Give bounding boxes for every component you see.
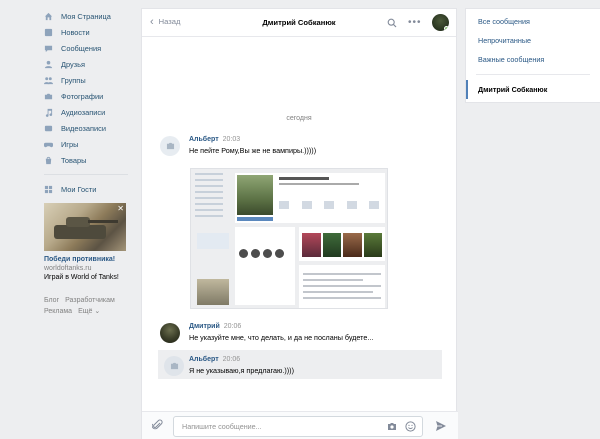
message-item: Дмитрий 20:06 Не указуйте мне, что делать… [160, 323, 442, 347]
messages-icon [44, 44, 53, 52]
nav-groups[interactable]: Группы [44, 72, 144, 88]
nav-label: Группы [61, 75, 86, 85]
message-author[interactable]: Альберт 20:03 [189, 136, 240, 143]
nav-label: Игры [61, 139, 79, 149]
avatar[interactable] [432, 14, 449, 31]
games-icon [44, 140, 53, 148]
filter-unread[interactable]: Непрочитанные [466, 31, 600, 50]
nav-news[interactable]: Новости [44, 24, 144, 40]
nav-label: Мои Гости [61, 184, 97, 194]
attached-screenshot[interactable] [190, 168, 388, 309]
nav-label: Новости [61, 27, 90, 37]
video-icon [44, 124, 53, 132]
filter-divider [476, 74, 590, 75]
nav-label: Видеозаписи [61, 123, 106, 133]
left-sidebar: Моя Страница Новости Сообщения Друзья Гр… [44, 8, 144, 317]
nav-label: Товары [61, 155, 87, 165]
avatar[interactable] [160, 323, 180, 343]
close-icon[interactable]: ✕ [117, 204, 124, 213]
message-text: Не указуйте мне, что делать, и да не пос… [189, 333, 374, 342]
message-author[interactable]: Дмитрий 20:06 [189, 323, 241, 330]
nav-my-guests[interactable]: Мои Гости [44, 181, 144, 197]
message-author[interactable]: Альберт 20:06 [189, 356, 240, 363]
filter-all-messages[interactable]: Все сообщения [466, 12, 600, 31]
nav-divider [44, 174, 128, 175]
groups-icon [44, 76, 53, 84]
ad-text: Играй в World of Tanks! [44, 274, 119, 281]
nav-photos[interactable]: Фотографии [44, 88, 144, 104]
nav-label: Фотографии [61, 91, 104, 101]
send-icon[interactable] [435, 420, 447, 432]
news-icon [44, 28, 53, 36]
message-time: 20:03 [222, 136, 241, 143]
nav-label: Сообщения [61, 43, 102, 53]
nav-label: Аудиозаписи [61, 107, 106, 117]
footer-more-link[interactable]: Ещё ⌄ [78, 308, 100, 315]
message-time: 20:06 [222, 356, 241, 363]
message-text: Не пейте Рому,Вы же не вампиры.))))) [189, 146, 317, 155]
ad-banner-image[interactable]: ✕ [44, 203, 126, 251]
nav-goods[interactable]: Товары [44, 152, 144, 168]
search-icon[interactable] [387, 18, 397, 28]
paperclip-icon[interactable] [152, 419, 163, 431]
nav-my-page[interactable]: Моя Страница [44, 8, 144, 24]
avatar[interactable] [164, 356, 184, 376]
nav-messages[interactable]: Сообщения [44, 40, 144, 56]
active-conversation-item[interactable]: Дмитрий Собканюк [466, 80, 600, 99]
filter-important[interactable]: Важные сообщения [466, 50, 600, 69]
message-text: Я не указываю,я предлагаю.)))) [189, 366, 294, 375]
camera-icon [166, 142, 174, 150]
message-input-box[interactable] [173, 416, 423, 437]
message-item: Альберт 20:03 Не пейте Рому,Вы же не вамп… [160, 136, 442, 166]
message-filters-panel: Все сообщения Непрочитанные Важные сообщ… [465, 8, 600, 103]
camera-icon [170, 362, 178, 370]
nav-audio[interactable]: Аудиозаписи [44, 104, 144, 120]
ad-title[interactable]: Победи противника! [44, 256, 144, 263]
message-time: 20:06 [223, 323, 242, 330]
nav-games[interactable]: Игры [44, 136, 144, 152]
date-separator: сегодня [286, 115, 312, 122]
audio-icon [44, 108, 53, 117]
nav-label: Моя Страница [61, 11, 111, 21]
camera-icon[interactable] [387, 422, 397, 431]
more-icon[interactable]: ••• [408, 17, 422, 28]
footer-developers-link[interactable]: Разработчикам [65, 297, 115, 304]
ad-domain: worldoftanks.ru [44, 265, 92, 272]
chat-panel: ‹ Назад Дмитрий Собканюк ••• сегодня Аль… [141, 8, 458, 439]
footer-links: Блог Разработчикам Реклама Ещё ⌄ [44, 295, 144, 317]
footer-blog-link[interactable]: Блог [44, 297, 59, 304]
nav-label: Друзья [61, 59, 85, 69]
photos-icon [44, 92, 53, 100]
footer-ads-link[interactable]: Реклама [44, 308, 72, 315]
chat-header: ‹ Назад Дмитрий Собканюк ••• [142, 9, 456, 37]
avatar[interactable] [160, 136, 180, 156]
friends-icon [44, 60, 53, 68]
goods-icon [44, 156, 53, 164]
apps-grid-icon [44, 185, 53, 193]
nav-video[interactable]: Видеозаписи [44, 120, 144, 136]
message-input[interactable] [174, 417, 374, 436]
emoji-icon[interactable] [405, 421, 416, 432]
home-icon [44, 12, 53, 20]
nav-friends[interactable]: Друзья [44, 56, 144, 72]
online-indicator [444, 26, 449, 31]
message-item-selected[interactable]: Альберт 20:06 Я не указываю,я предлагаю.)… [158, 350, 442, 379]
message-composer [142, 411, 458, 439]
